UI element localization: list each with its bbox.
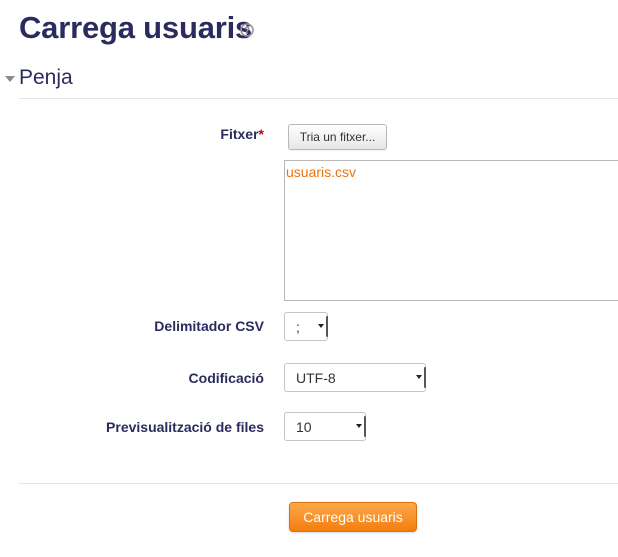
chevron-down-icon	[416, 375, 422, 379]
file-drop-area[interactable]: usuaris.csv	[284, 160, 618, 301]
delimiter-value: ;	[296, 319, 300, 335]
section-header-penja[interactable]: Penja	[4, 64, 73, 92]
preview-rows-label: Previsualització de files	[106, 419, 264, 435]
chevron-down-icon	[356, 424, 362, 428]
encoding-label: Codificació	[188, 370, 264, 386]
page-title: Carrega usuaris	[19, 10, 253, 45]
form-divider	[19, 483, 618, 484]
delimiter-select[interactable]: ;	[284, 312, 328, 341]
encoding-select[interactable]: UTF-8	[284, 363, 426, 392]
file-label-text: Fitxer	[220, 126, 259, 142]
chevron-down-icon	[318, 324, 324, 328]
file-label: Fitxer*	[220, 126, 264, 142]
upload-users-submit-button[interactable]: Carrega usuaris	[289, 502, 417, 532]
choose-file-button[interactable]: Tria un fitxer...	[288, 124, 387, 150]
preview-rows-value: 10	[296, 419, 312, 435]
upload-users-page: Carrega usuaris Penja Fitxer* Tria un fi…	[0, 0, 618, 557]
help-icon[interactable]	[240, 23, 254, 37]
preview-rows-select[interactable]: 10	[284, 412, 366, 441]
select-edge	[326, 316, 328, 337]
encoding-value: UTF-8	[296, 370, 336, 386]
file-item[interactable]: usuaris.csv	[286, 164, 356, 180]
section-title: Penja	[19, 66, 73, 89]
select-edge	[424, 367, 426, 388]
required-icon: *	[258, 126, 264, 142]
select-edge	[364, 416, 366, 437]
section-divider	[19, 98, 618, 99]
triangle-down-icon	[4, 72, 16, 84]
delimiter-label: Delimitador CSV	[154, 318, 264, 334]
